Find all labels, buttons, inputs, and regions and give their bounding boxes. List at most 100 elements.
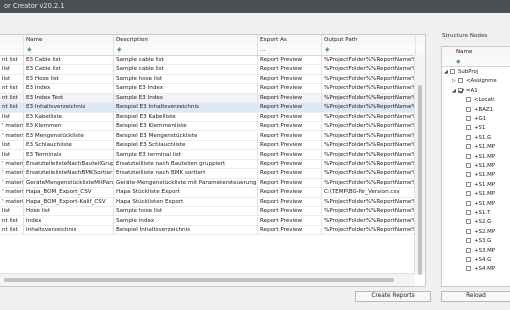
- cell-description[interactable]: Sample E3 Index: [114, 93, 258, 103]
- node-checkbox[interactable]: [466, 116, 471, 121]
- node-checkbox[interactable]: [466, 219, 471, 225]
- tree-filter-row[interactable]: ◈: [442, 57, 510, 67]
- cell-output-path[interactable]: %ProjectFolder%%ReportName%_: [322, 56, 416, 65]
- filter-icon[interactable]: ◈: [325, 46, 330, 54]
- cell-type[interactable]: nt list: [0, 103, 24, 112]
- cell-export-as[interactable]: Report Preview: [258, 93, 322, 103]
- cell-name[interactable]: Inhaltsverzeichnis: [24, 226, 114, 235]
- tree-node[interactable]: ◢ =A1: [452, 87, 478, 95]
- tree-node[interactable]: +S3.MP: [460, 247, 495, 255]
- cell-output-path[interactable]: %ProjectFolder%%ReportName%_: [322, 207, 416, 216]
- node-checkbox[interactable]: [466, 266, 471, 272]
- cell-description[interactable]: Beispiel E3 Klemmenliste: [114, 122, 258, 131]
- node-checkbox[interactable]: [466, 106, 471, 112]
- table-row[interactable]: ' materialE3 MengenstücklisteBeispiel E3…: [0, 131, 416, 141]
- tree-node[interactable]: +S1.MP: [460, 143, 495, 151]
- node-checkbox[interactable]: [458, 87, 463, 93]
- vertical-scrollbar[interactable]: [414, 55, 425, 275]
- node-checkbox[interactable]: [466, 134, 471, 140]
- cell-description[interactable]: Hapa Stückliste Export: [114, 188, 258, 197]
- cell-output-path[interactable]: %ProjectFolder%%ReportName%_: [322, 65, 416, 74]
- node-checkbox[interactable]: [450, 69, 455, 74]
- cell-type[interactable]: ' material: [0, 188, 24, 197]
- cell-output-path[interactable]: %ProjectFolder%%ReportName%_: [322, 103, 416, 112]
- scrollbar-thumb[interactable]: [4, 278, 394, 282]
- cell-type[interactable]: ' material: [0, 197, 24, 207]
- node-checkbox[interactable]: [466, 247, 471, 253]
- tree-node[interactable]: +S1.MP: [460, 181, 495, 189]
- cell-output-path[interactable]: %ProjectFolder%%ReportName%_: [322, 178, 416, 188]
- cell-type[interactable]: ' material: [0, 159, 24, 169]
- cell-type[interactable]: ' material: [0, 122, 24, 131]
- tree-node[interactable]: +G1: [460, 115, 486, 123]
- cell-type[interactable]: nt list: [0, 93, 24, 103]
- cell-output-path[interactable]: %ProjectFolder%%ReportName%_: [322, 122, 416, 131]
- tree-node[interactable]: +S1.G: [460, 134, 491, 142]
- cell-export-as[interactable]: Report Preview: [258, 169, 322, 178]
- filter-cell-type[interactable]: [0, 45, 24, 55]
- cell-description[interactable]: Sample cable list: [114, 65, 258, 74]
- cell-export-as[interactable]: Report Preview: [258, 103, 322, 112]
- scrollbar-thumb[interactable]: [418, 85, 422, 275]
- cell-name[interactable]: E3 Index Test: [24, 93, 114, 103]
- table-row[interactable]: list E3 Schlauchliste Beispiel E3 Schlauch…: [0, 141, 416, 151]
- tree-node[interactable]: +S4.G: [460, 256, 491, 264]
- cell-description[interactable]: Sample E3 terminal list: [114, 150, 258, 159]
- cell-export-as[interactable]: Report Preview: [258, 188, 322, 197]
- node-checkbox[interactable]: [466, 97, 471, 103]
- cell-type[interactable]: list: [0, 65, 24, 74]
- cell-export-as[interactable]: Report Preview: [258, 56, 322, 65]
- table-row[interactable]: nt list Inhaltsverzeichnis Beispiel Inhalt…: [0, 226, 416, 236]
- node-checkbox[interactable]: [466, 257, 471, 262]
- cell-name[interactable]: E3 Index: [24, 84, 114, 93]
- table-row[interactable]: nt list E3 Index Sample E3 Index Report Pre…: [0, 84, 416, 94]
- cell-type[interactable]: list: [0, 74, 24, 84]
- cell-export-as[interactable]: Report Preview: [258, 84, 322, 93]
- cell-export-as[interactable]: Report Preview: [258, 197, 322, 207]
- tree-node[interactable]: +S1.MP: [460, 200, 495, 208]
- cell-name[interactable]: E3 Cable list: [24, 65, 114, 74]
- node-checkbox[interactable]: [466, 144, 471, 150]
- tree-node[interactable]: +S1.T: [460, 209, 490, 217]
- table-row[interactable]: nt list E3 Inhaltsverzeichnis Beispiel E3 …: [0, 103, 416, 113]
- cell-name[interactable]: Index: [24, 216, 114, 225]
- cell-output-path[interactable]: %ProjectFolder%%ReportName%_: [322, 112, 416, 121]
- cell-type[interactable]: nt list: [0, 84, 24, 93]
- table-row[interactable]: nt list Index Sample Index Report Preview %P…: [0, 216, 416, 226]
- cell-output-path[interactable]: C:\TEMP\BG-Nr_Version.csv: [322, 188, 416, 197]
- node-checkbox[interactable]: [466, 200, 471, 206]
- cell-description[interactable]: Sample cable list: [114, 56, 258, 65]
- column-header-output-path[interactable]: Output Path: [322, 35, 416, 45]
- cell-description[interactable]: Beispiel E3 Inhaltsverzeichnis: [114, 103, 258, 112]
- node-checkbox[interactable]: [466, 191, 471, 197]
- cell-name[interactable]: E3 Cable list: [24, 56, 114, 65]
- cell-name[interactable]: E3 Mengenstückliste: [24, 131, 114, 140]
- cell-description[interactable]: Beispiel E3 Kabelliste: [114, 112, 258, 121]
- cell-type[interactable]: nt list: [0, 226, 24, 235]
- tree-node[interactable]: +S3.G: [460, 237, 491, 245]
- table-row[interactable]: list E3 Terminals Sample E3 terminal list R…: [0, 150, 416, 160]
- table-row[interactable]: list E3 Kabelliste Beispiel E3 Kabelliste R…: [0, 112, 416, 122]
- cell-description[interactable]: Beispiel E3 Mengenstückliste: [114, 131, 258, 140]
- table-row[interactable]: list E3 Hose list Sample hose list Report P…: [0, 74, 416, 85]
- cell-name[interactable]: Hapa_BOM_Export-Kalif_CSV: [24, 197, 114, 207]
- cell-description[interactable]: Sample hose list: [114, 207, 258, 216]
- cell-name[interactable]: ErsatzteilelisteNachBMKSortiert: [24, 169, 114, 178]
- cell-output-path[interactable]: %ProjectFolder%%ReportName%_: [322, 84, 416, 93]
- cell-export-as[interactable]: Report Preview: [258, 131, 322, 140]
- cell-export-as[interactable]: Report Preview: [258, 65, 322, 74]
- cell-name[interactable]: E3 Terminals: [24, 150, 114, 159]
- cell-export-as[interactable]: Report Preview: [258, 216, 322, 225]
- filter-icon[interactable]: ◈: [117, 46, 122, 54]
- cell-description[interactable]: Beispiel E3 Schlauchliste: [114, 141, 258, 150]
- column-header-description[interactable]: Description: [114, 35, 258, 45]
- cell-output-path[interactable]: %ProjectFolder%%ReportName%_: [322, 159, 416, 169]
- cell-name[interactable]: E3 Hose list: [24, 74, 114, 84]
- cell-description[interactable]: Beispiel Inhaltsverzeichnis: [114, 226, 258, 235]
- tree-node[interactable]: +S1.MP: [460, 190, 495, 198]
- cell-name[interactable]: E3 Kabelliste: [24, 112, 114, 121]
- filter-cell-description[interactable]: ◈: [114, 45, 258, 55]
- cell-output-path[interactable]: %ProjectFolder%%ReportName%_: [322, 131, 416, 140]
- cell-description[interactable]: Ersatzteilliste nach BMK sortiert: [114, 169, 258, 178]
- filter-icon[interactable]: ◈: [456, 58, 461, 66]
